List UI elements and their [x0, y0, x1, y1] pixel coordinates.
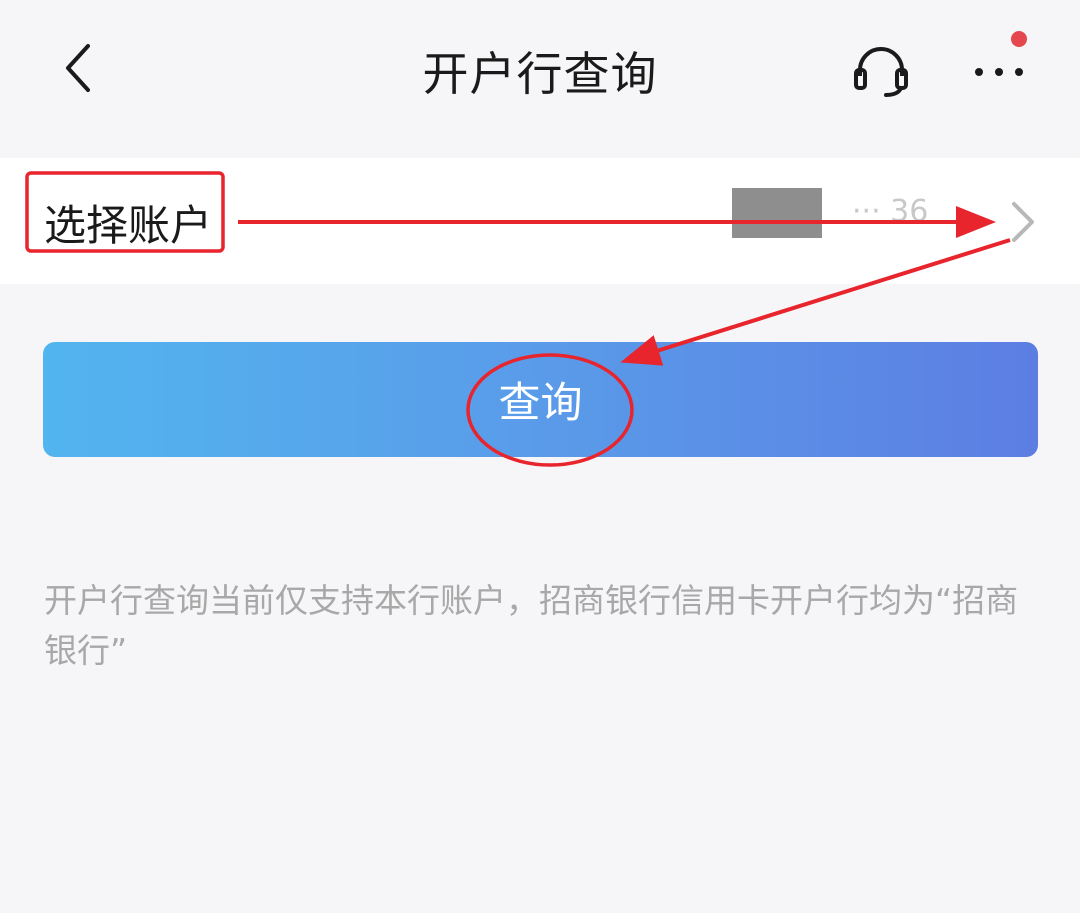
more-dots-icon [975, 68, 1023, 76]
select-account-row[interactable]: 选择账户 ··· 36 [0, 158, 1080, 284]
more-menu-button[interactable] [966, 40, 1036, 96]
customer-service-button[interactable] [850, 42, 912, 98]
account-number-value: ··· 36 [852, 194, 929, 229]
query-button[interactable]: 查询 [43, 342, 1038, 457]
select-account-label: 选择账户 [44, 201, 213, 250]
masked-account-block [732, 188, 822, 238]
account-chevron[interactable] [1004, 200, 1040, 244]
chevron-right-icon [1012, 202, 1034, 242]
top-navigation-bar: 开户行查询 [0, 0, 1080, 140]
notification-dot [1011, 31, 1027, 47]
page-title: 开户行查询 [422, 47, 658, 101]
query-button-label: 查询 [498, 378, 583, 427]
info-note: 开户行查询当前仅支持本行账户，招商银行信用卡开户行均为“招商银行” [44, 581, 1019, 670]
headset-icon [854, 47, 908, 97]
